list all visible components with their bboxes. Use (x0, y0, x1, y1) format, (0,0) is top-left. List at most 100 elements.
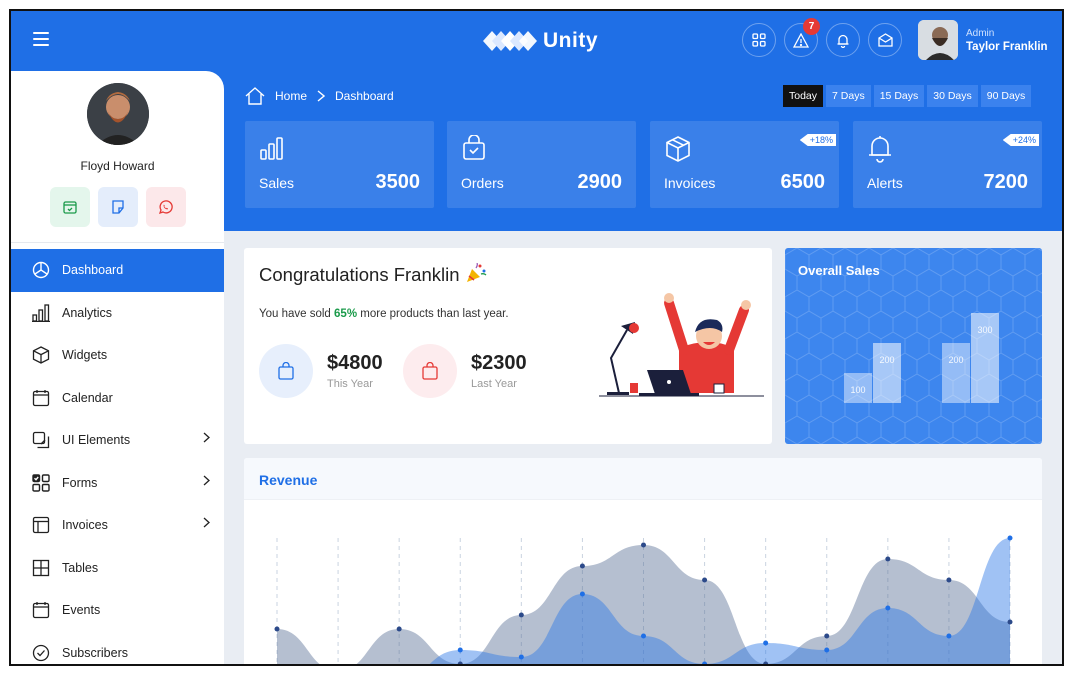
home-icon[interactable] (245, 87, 265, 105)
this-year-value: $4800 (327, 352, 383, 374)
stat-card-sales[interactable]: Sales 3500 (245, 121, 434, 208)
stat-card-orders[interactable]: Orders 2900 (447, 121, 636, 208)
sidebar-item-label: Widgets (62, 348, 108, 363)
sidebar-item-label: Subscribers (62, 645, 128, 660)
bar-chart-icon (260, 137, 283, 160)
calendar-icon (62, 201, 77, 214)
range-90-days[interactable]: 90 Days (980, 85, 1032, 107)
revenue-point (579, 591, 585, 597)
app-name: Unity (543, 29, 598, 52)
layers-icon (32, 432, 50, 449)
revenue-point (763, 640, 769, 646)
revenue-point (702, 577, 708, 583)
revenue-title: Revenue (259, 472, 318, 488)
sales-bar (873, 343, 901, 403)
date-range-tabs: Today 7 Days 15 Days 30 Days 90 Days (783, 85, 1032, 107)
last-year-stat: $2300 Last Year (403, 344, 527, 398)
sidebar-item-analytics[interactable]: Analytics (11, 292, 224, 335)
revenue-point (641, 633, 646, 639)
range-30-days[interactable]: 30 Days (927, 85, 978, 107)
subtitle-prefix: You have sold (259, 308, 335, 320)
revenue-point (1007, 535, 1013, 541)
sidebar-item-ui-elements[interactable]: UI Elements (11, 419, 224, 462)
chevron-right-icon (203, 517, 210, 528)
bell-icon (837, 34, 849, 48)
sidebar-item-calendar[interactable]: Calendar (11, 377, 224, 420)
range-today[interactable]: Today (783, 85, 824, 107)
profile-calendar-button[interactable] (49, 187, 90, 227)
whatsapp-icon (158, 199, 173, 214)
logo[interactable]: Unity (483, 23, 598, 59)
last-year-value: $2300 (471, 352, 527, 374)
box-icon (32, 346, 50, 364)
warning-icon (793, 32, 809, 48)
sidebar-item-label: Events (62, 603, 101, 618)
revenue-point (1007, 619, 1013, 625)
sidebar-item-forms[interactable]: Forms (11, 462, 224, 505)
revenue-point (457, 647, 463, 653)
overall-sales-card: 100 200 200 300 Overall Sales (785, 248, 1042, 444)
congrats-subtitle: You have sold 65% more products than las… (259, 308, 509, 320)
alert-count-badge: 7 (803, 18, 820, 35)
revenue-point (518, 654, 524, 660)
profile-whatsapp-button[interactable] (145, 187, 186, 227)
top-bar: Unity 7 Admin Taylor Franklin (11, 11, 1062, 73)
revenue-point (946, 577, 952, 583)
breadcrumb-current: Dashboard (335, 89, 394, 103)
breadcrumb-home[interactable]: Home (275, 89, 307, 103)
celebration-illustration (599, 293, 764, 397)
sidebar-item-widgets[interactable]: Widgets (11, 334, 224, 377)
sidebar-item-invoices[interactable]: Invoices (11, 504, 224, 547)
revenue-point (946, 633, 952, 639)
user-role: Admin (966, 27, 995, 39)
congrats-card: Congratulations Franklin You have sold 6… (244, 248, 772, 444)
range-15-days[interactable]: 15 Days (873, 85, 925, 107)
overall-sales-title: Overall Sales (798, 263, 880, 278)
messages-button[interactable] (868, 23, 902, 57)
party-popper-icon (466, 262, 487, 282)
sidebar-item-label: Tables (62, 560, 99, 575)
this-year-label: This Year (327, 378, 373, 390)
sidebar-item-subscribers[interactable]: Subscribers (11, 632, 224, 665)
subtitle-suffix: more products than last year. (357, 308, 509, 320)
events-icon (32, 602, 50, 619)
apps-button[interactable] (742, 23, 776, 57)
profile-name: Floyd Howard (80, 159, 155, 173)
bell-icon (869, 136, 891, 163)
sales-bar-label: 200 (948, 355, 963, 365)
sidebar-item-label: Forms (62, 475, 98, 490)
this-year-icon-circle (259, 344, 313, 398)
user-menu[interactable]: Admin Taylor Franklin (918, 20, 1048, 60)
notifications-button[interactable] (826, 23, 860, 57)
sidebar-item-tables[interactable]: Tables (11, 547, 224, 590)
browser-icon (32, 517, 50, 534)
range-7-days[interactable]: 7 Days (826, 85, 871, 107)
sales-bar-label: 100 (850, 385, 865, 395)
chevron-right-icon (203, 475, 210, 485)
stat-card-alerts[interactable]: +24% Alerts 7200 (853, 121, 1042, 208)
revenue-point (824, 633, 830, 639)
sidebar-item-dashboard[interactable]: Dashboard (11, 249, 224, 292)
sales-bar-label: 200 (879, 355, 894, 365)
revenue-point (518, 612, 524, 618)
alerts-button[interactable]: 7 (784, 18, 820, 57)
profile-notes-button[interactable] (97, 187, 138, 227)
revenue-chart (274, 535, 1013, 664)
check-circle-icon (32, 644, 50, 661)
bar-chart-icon (32, 304, 50, 322)
revenue-point (579, 563, 585, 569)
last-year-icon-circle (403, 344, 457, 398)
pie-chart-icon (32, 262, 50, 279)
growth-percent: 65% (334, 308, 358, 320)
stat-card-invoices[interactable]: +18% Invoices 6500 (650, 121, 839, 208)
hamburger-menu-icon[interactable] (33, 32, 49, 46)
this-year-stat: $4800 This Year (259, 344, 383, 398)
last-year-label: Last Year (471, 378, 517, 390)
sidebar-item-events[interactable]: Events (11, 589, 224, 632)
stat-label: Orders (461, 175, 504, 191)
profile-avatar[interactable] (86, 83, 149, 145)
envelope-open-icon (877, 33, 893, 47)
box-icon (666, 136, 690, 162)
revenue-point (885, 605, 891, 611)
sidebar-item-label: Analytics (62, 305, 113, 320)
